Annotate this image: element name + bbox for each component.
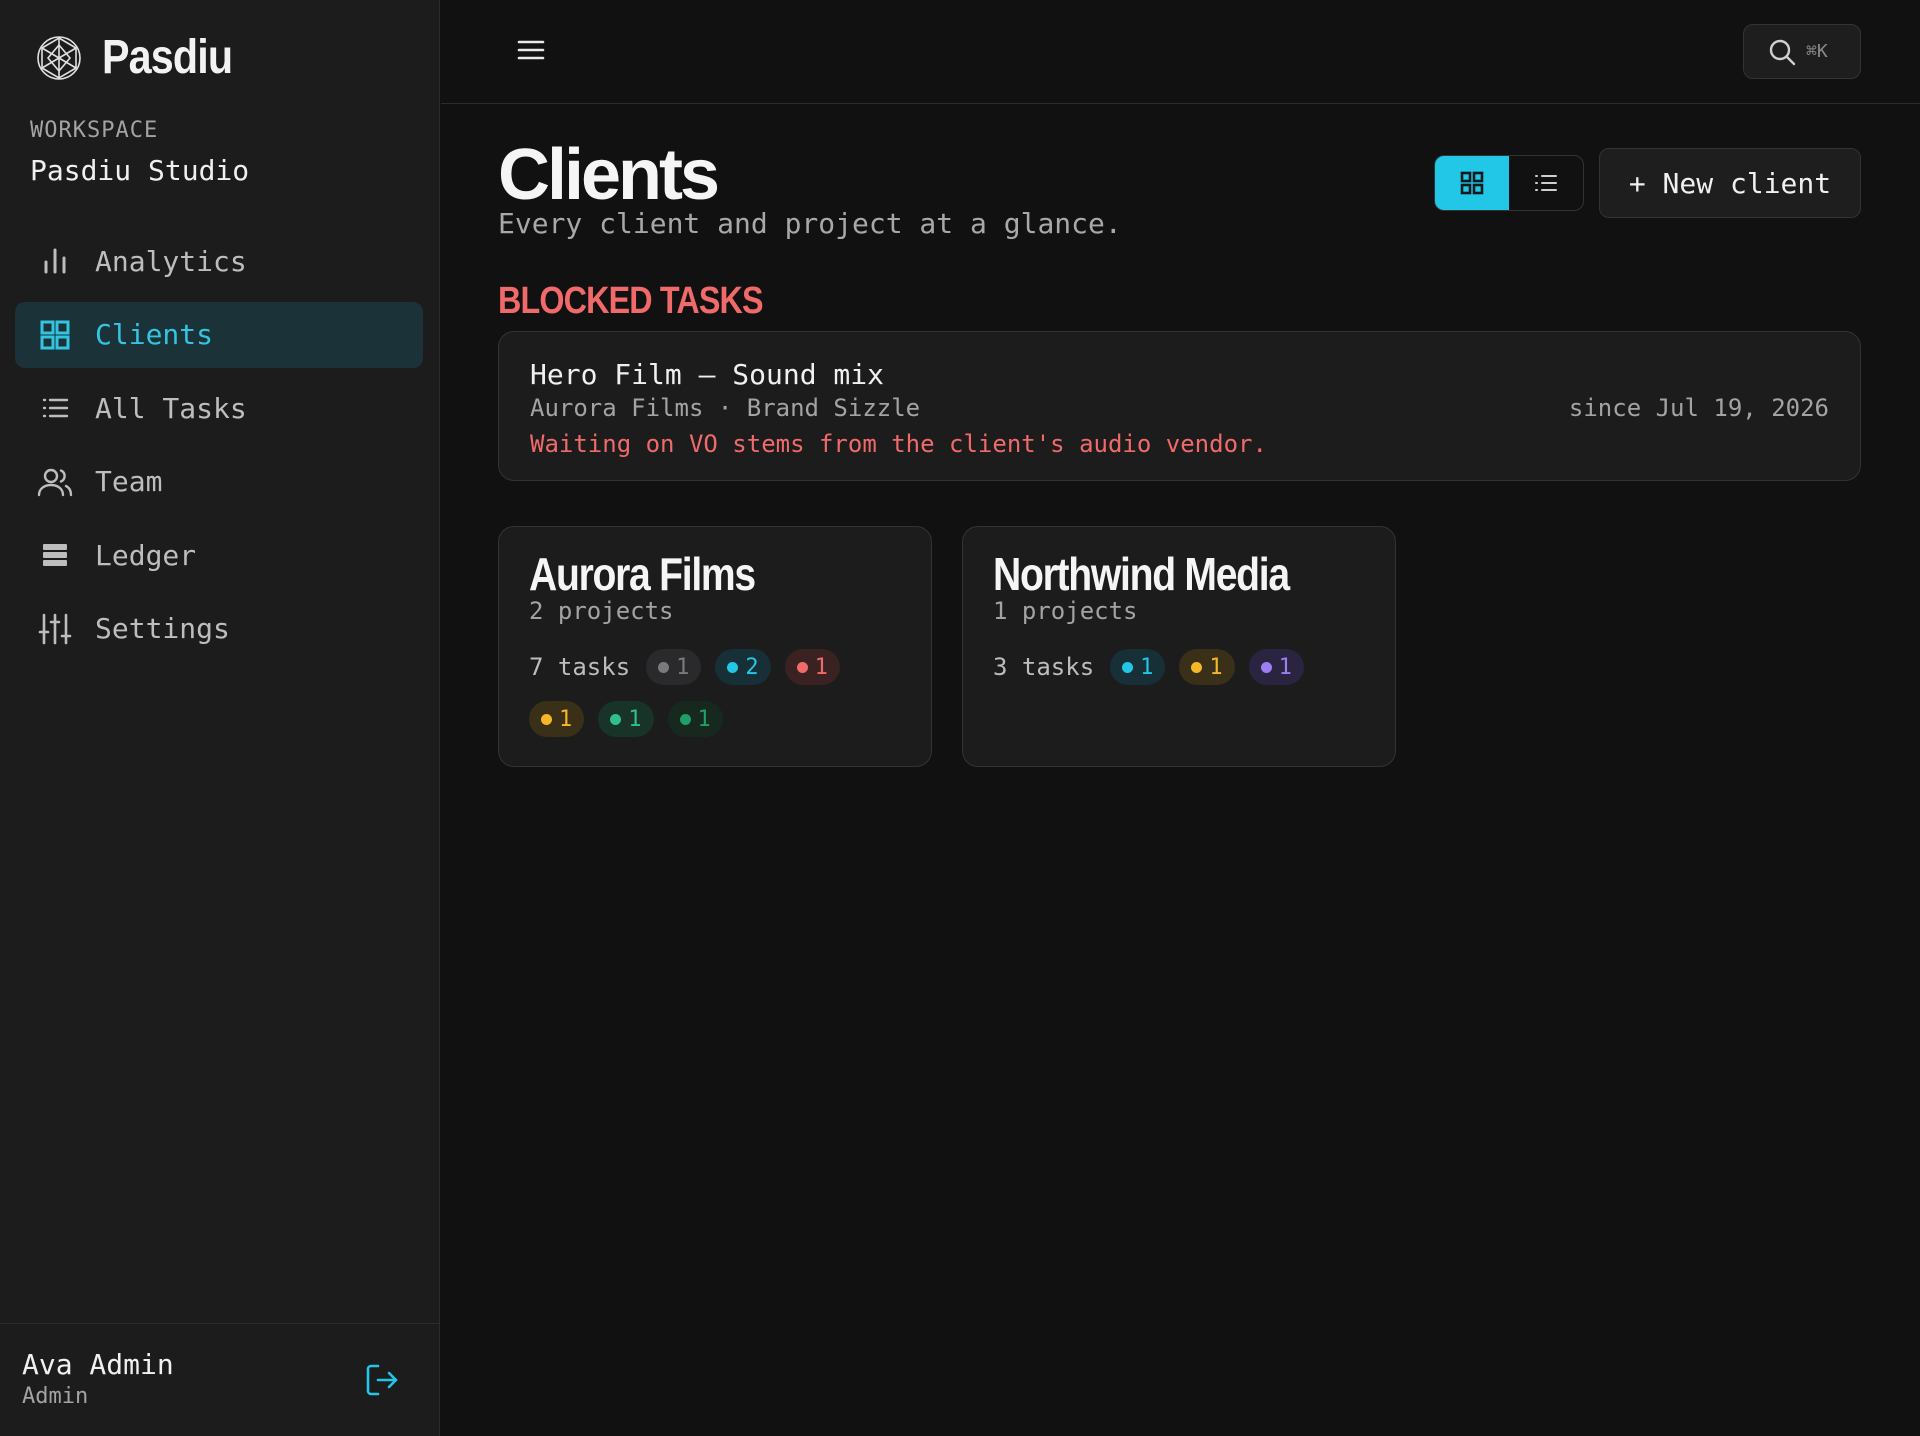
sidebar-item-team[interactable]: Team [15, 449, 423, 515]
status-pill: 1 [598, 701, 654, 737]
workspace-name[interactable]: Pasdiu Studio [30, 154, 249, 187]
client-task-row: 1 1 1 [529, 701, 737, 737]
status-count: 1 [559, 706, 573, 732]
status-dot [679, 713, 691, 725]
sidebar-item-settings[interactable]: Settings [15, 596, 423, 662]
menu-icon[interactable] [515, 34, 547, 66]
status-count: 1 [628, 706, 642, 732]
client-task-row: 3 tasks 1 1 1 [993, 649, 1318, 685]
ledger-icon [37, 537, 73, 573]
client-task-row: 7 tasks 1 2 1 [529, 649, 854, 685]
status-count: 1 [814, 654, 828, 680]
view-toggle [1434, 155, 1584, 211]
blocked-tasks-heading: BLOCKED TASKS [498, 280, 764, 322]
status-dot [796, 661, 808, 673]
topbar: ⌘K [441, 0, 1920, 104]
status-pill: 1 [1110, 649, 1166, 685]
status-count: 1 [1209, 654, 1223, 680]
blocked-task-meta: Aurora Films · Brand Sizzle [530, 394, 921, 422]
status-dot [1122, 661, 1134, 673]
client-projects: 2 projects [529, 597, 674, 625]
status-pill: 1 [1248, 649, 1304, 685]
search-shortcut: ⌘K [1806, 41, 1828, 62]
grid-icon [37, 317, 73, 353]
sidebar-item-clients[interactable]: Clients [15, 301, 423, 368]
logo-icon [37, 35, 81, 80]
blocked-task-title: Hero Film — Sound mix [530, 358, 885, 391]
sidebar-item-label: All Tasks [95, 391, 247, 425]
blocked-task-note: Waiting on VO stems from the client's au… [530, 430, 1267, 458]
status-dot [1191, 661, 1203, 673]
sidebar-item-label: Clients [95, 318, 214, 351]
status-pill: 1 [667, 701, 723, 737]
status-pill: 1 [1179, 649, 1235, 685]
search-icon [1769, 39, 1796, 65]
status-pill: 1 [784, 649, 840, 685]
status-count: 2 [745, 654, 759, 680]
client-projects: 1 projects [993, 597, 1138, 625]
bar-chart-icon [37, 243, 73, 279]
page-subtitle: Every client and project at a glance. [498, 207, 1122, 240]
sidebar-item-label: Ledger [95, 538, 197, 572]
status-dot [1260, 661, 1272, 673]
logout-icon[interactable] [364, 1362, 400, 1398]
sliders-icon [37, 611, 73, 647]
sidebar-item-label: Analytics [95, 244, 247, 278]
new-client-button[interactable]: + New client [1599, 148, 1861, 218]
blocked-task-since: since Jul 19, 2026 [1568, 394, 1829, 422]
sidebar-nav: Analytics Clients All Tasks Team Ledger [15, 228, 423, 669]
client-tasks: 3 tasks [993, 653, 1095, 681]
sidebar-item-analytics[interactable]: Analytics [15, 228, 423, 294]
status-dot [610, 713, 622, 725]
status-count: 1 [676, 654, 690, 680]
status-count: 1 [1278, 654, 1292, 680]
list-icon [37, 390, 73, 426]
client-name: Northwind Media [993, 548, 1290, 600]
status-pill: 1 [529, 701, 585, 737]
search-button[interactable]: ⌘K [1743, 24, 1861, 79]
list-view-button[interactable] [1509, 156, 1583, 210]
users-icon [37, 464, 73, 500]
status-dot [727, 661, 739, 673]
grid-view-button[interactable] [1435, 156, 1509, 210]
client-card-aurora-films[interactable]: Aurora Films 2 projects 7 tasks 1 2 1 1 … [498, 526, 932, 767]
client-card-northwind-media[interactable]: Northwind Media 1 projects 3 tasks 1 1 1 [962, 526, 1396, 767]
page-title: Clients [498, 135, 720, 215]
status-pill: 2 [715, 649, 771, 685]
status-dot [658, 661, 670, 673]
list-icon [1535, 175, 1557, 191]
status-count: 1 [697, 706, 711, 732]
status-count: 1 [1140, 654, 1154, 680]
user-name: Ava Admin [22, 1348, 174, 1381]
status-pill: 1 [646, 649, 702, 685]
user-panel: Ava Admin Admin [0, 1323, 440, 1436]
sidebar: Pasdiu WORKSPACE Pasdiu Studio Analytics… [0, 0, 440, 1436]
sidebar-item-label: Team [95, 465, 163, 498]
sidebar-item-all-tasks[interactable]: All Tasks [15, 375, 423, 441]
blocked-task-card[interactable]: Hero Film — Sound mix Aurora Films · Bra… [498, 331, 1861, 481]
sidebar-item-ledger[interactable]: Ledger [15, 522, 423, 588]
user-role: Admin [22, 1384, 89, 1409]
app-name: Pasdiu [102, 31, 233, 84]
logo[interactable]: Pasdiu [36, 30, 253, 85]
client-name: Aurora Films [529, 548, 756, 600]
client-tasks: 7 tasks [529, 653, 631, 681]
grid-icon [1460, 171, 1484, 195]
sidebar-item-label: Settings [95, 612, 230, 645]
status-dot [541, 713, 552, 725]
workspace-label: WORKSPACE [30, 118, 159, 143]
